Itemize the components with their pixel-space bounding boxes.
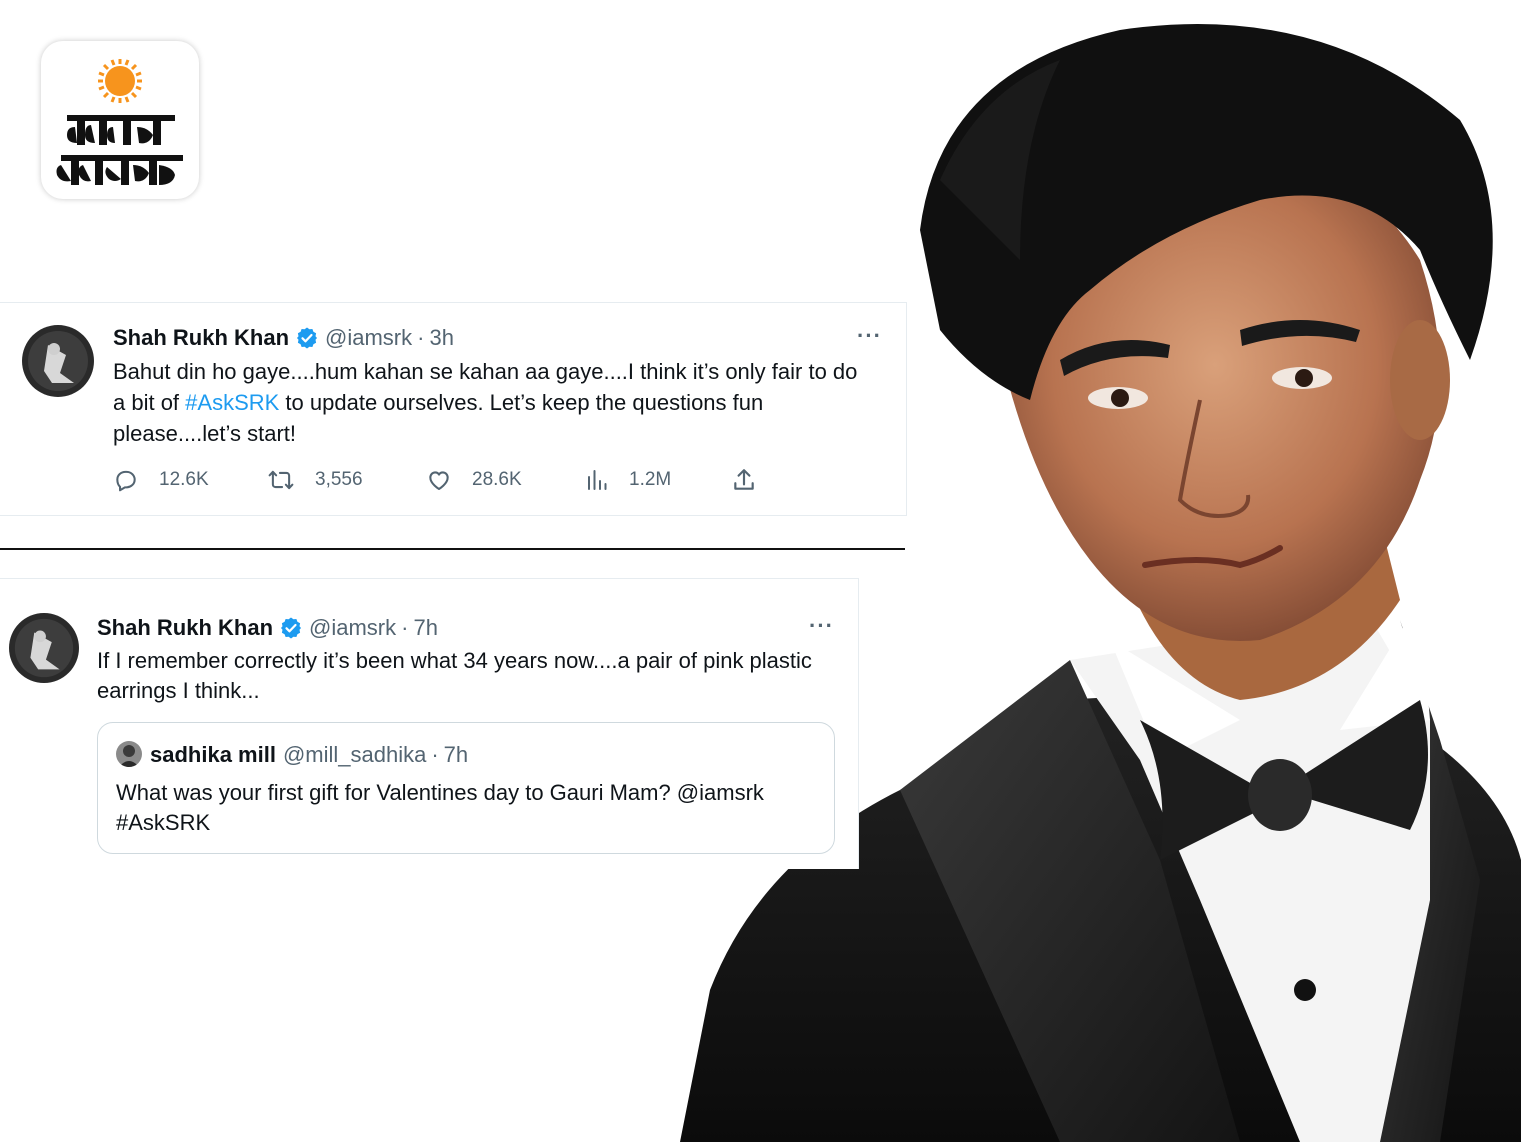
heart-icon xyxy=(429,471,449,491)
share-button[interactable] xyxy=(731,467,777,493)
avatar[interactable] xyxy=(116,741,142,767)
like-count: 28.6K xyxy=(472,469,522,490)
views-button[interactable]: 1.2M xyxy=(585,467,671,493)
tweet-text: Bahut din ho gaye....hum kahan se kahan … xyxy=(113,356,873,449)
tweet-card[interactable]: Shah Rukh Khan @iamsrk · 7h ··· If I rem… xyxy=(0,578,859,869)
reply-count: 12.6K xyxy=(159,469,209,490)
retweet-icon xyxy=(268,470,294,490)
tweet-timestamp[interactable]: 7h xyxy=(413,615,437,641)
tweet-header: Shah Rukh Khan @iamsrk · 3h xyxy=(113,325,454,351)
author-name[interactable]: Shah Rukh Khan xyxy=(97,615,273,641)
avatar[interactable] xyxy=(22,325,94,397)
verified-badge-icon xyxy=(295,326,319,350)
reply-icon xyxy=(116,470,136,492)
author-handle[interactable]: @iamsrk xyxy=(309,615,396,641)
dainik-bhaskar-logo-icon xyxy=(56,59,183,185)
tweet-text: If I remember correctly it’s been what 3… xyxy=(97,648,812,703)
retweet-button[interactable]: 3,556 xyxy=(267,467,363,493)
views-chart-icon xyxy=(588,470,607,490)
separator-dot: · xyxy=(417,325,425,350)
reply-button[interactable]: 12.6K xyxy=(113,467,209,493)
verified-badge-icon xyxy=(279,616,303,640)
quoted-author-handle[interactable]: @mill_sadhika xyxy=(283,742,426,768)
tweet-header: Shah Rukh Khan @iamsrk · 7h xyxy=(97,615,438,641)
quoted-tweet-timestamp[interactable]: 7h xyxy=(444,742,468,768)
tweet-timestamp[interactable]: 3h xyxy=(429,325,453,351)
quoted-tweet[interactable]: sadhika mill @mill_sadhika · 7h What was… xyxy=(97,722,835,854)
divider-line xyxy=(0,548,905,550)
like-button[interactable]: 28.6K xyxy=(426,467,522,493)
hashtag-link[interactable]: #AskSRK xyxy=(185,390,279,415)
avatar[interactable] xyxy=(9,613,79,683)
quoted-tweet-header: sadhika mill @mill_sadhika · 7h xyxy=(150,742,468,768)
separator-dot: · xyxy=(431,742,439,767)
dainik-bhaskar-logo xyxy=(41,41,199,199)
author-handle[interactable]: @iamsrk xyxy=(325,325,412,351)
retweet-count: 3,556 xyxy=(315,469,363,490)
more-options-icon[interactable]: ··· xyxy=(857,323,882,349)
share-icon xyxy=(734,469,754,490)
celebrity-portrait-image xyxy=(640,0,1521,1142)
tweet-card[interactable]: Shah Rukh Khan @iamsrk · 3h ··· Bahut di… xyxy=(0,302,907,516)
more-options-icon[interactable]: ··· xyxy=(809,613,834,639)
separator-dot: · xyxy=(401,615,409,640)
author-name[interactable]: Shah Rukh Khan xyxy=(113,325,289,351)
quoted-author-name[interactable]: sadhika mill xyxy=(150,742,276,768)
views-count: 1.2M xyxy=(629,469,672,490)
quoted-tweet-text: What was your first gift for Valentines … xyxy=(116,780,764,835)
